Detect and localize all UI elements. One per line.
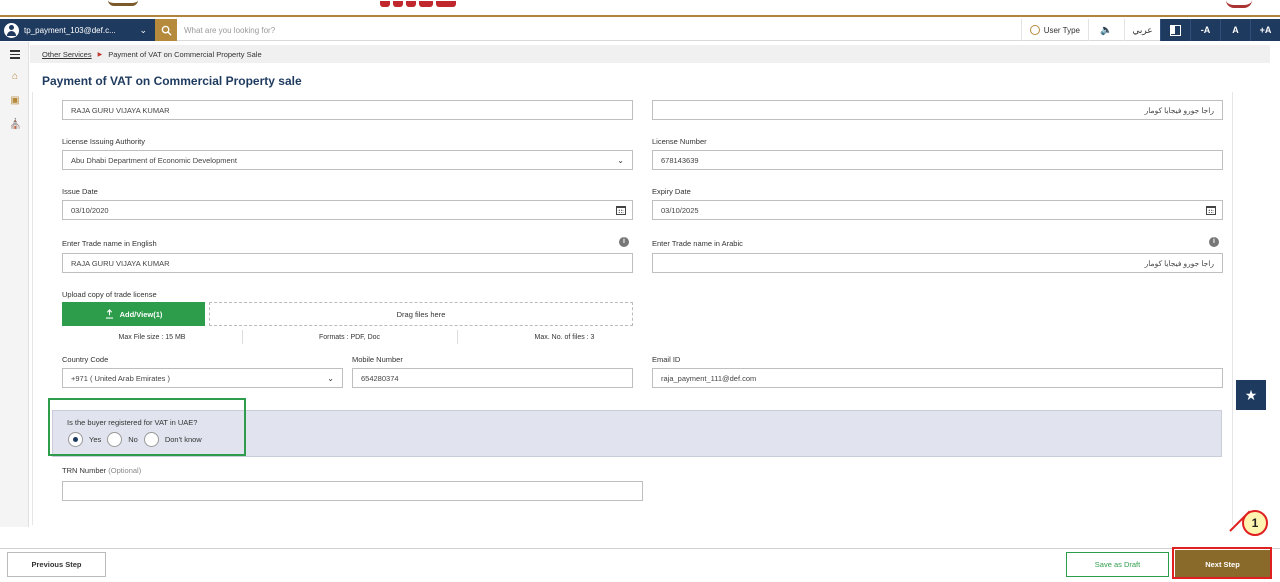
- name-english-field[interactable]: RAJA GURU VIJAYA KUMAR: [62, 100, 633, 120]
- search-icon: [161, 25, 172, 36]
- chevron-down-icon: ⌄: [139, 24, 147, 35]
- max-file-size: Max File size : 15 MB: [118, 334, 186, 341]
- email-label: Email ID: [652, 355, 681, 364]
- user-avatar-icon: [4, 22, 19, 38]
- user-type-label: User Type: [1043, 25, 1080, 35]
- language-toggle[interactable]: عربي: [1124, 19, 1160, 41]
- mobile-number-field[interactable]: 654280374: [352, 368, 633, 388]
- trn-label: TRN Number (Optional): [62, 466, 141, 475]
- file-formats: Formats : PDF, Doc: [318, 334, 381, 341]
- font-decrease-button[interactable]: -A: [1190, 19, 1220, 41]
- top-banner: [0, 0, 1280, 17]
- trade-name-english-field[interactable]: RAJA GURU VIJAYA KUMAR: [62, 253, 633, 273]
- top-header: tp_payment_103@def.c... ⌄ User Type 🔈 عر…: [0, 19, 1280, 41]
- page-title: Payment of VAT on Commercial Property sa…: [42, 74, 302, 88]
- highlight-box-next: [1172, 547, 1272, 579]
- max-file-count: Max. No. of files : 3: [534, 334, 595, 341]
- emblem-right-fragment: [1226, 0, 1252, 8]
- calendar-icon[interactable]: [1206, 206, 1216, 215]
- country-code-select[interactable]: +971 ( United Arab Emirates ) ⌄: [62, 368, 343, 388]
- issue-date-field[interactable]: 03/10/2020: [62, 200, 633, 220]
- contrast-button[interactable]: [1160, 19, 1190, 41]
- user-type-icon: [1029, 25, 1040, 35]
- upload-icon: [105, 309, 113, 319]
- bank-icon[interactable]: ⛪: [9, 119, 21, 131]
- user-type-button[interactable]: User Type: [1020, 19, 1088, 41]
- add-view-button[interactable]: Add/View(1): [62, 302, 205, 326]
- breadcrumb-current: Payment of VAT on Commercial Property Sa…: [108, 49, 262, 59]
- expiry-date-field[interactable]: 03/10/2025: [652, 200, 1223, 220]
- expiry-date-label: Expiry Date: [652, 187, 691, 196]
- calendar-icon[interactable]: [616, 206, 626, 215]
- search-button[interactable]: [155, 19, 177, 41]
- search-input[interactable]: [180, 22, 680, 38]
- content-border-left: [32, 92, 33, 525]
- chevron-down-icon: ⌄: [327, 374, 334, 383]
- upload-label: Upload copy of trade license: [62, 290, 157, 299]
- trade-name-arabic-label: Enter Trade name in Arabic: [652, 239, 743, 248]
- header-tools: User Type 🔈 عربي -A A +A: [1020, 19, 1280, 41]
- username-label: tp_payment_103@def.c...: [24, 25, 116, 35]
- drag-drop-zone[interactable]: Drag files here: [209, 302, 633, 326]
- hamburger-menu-icon[interactable]: [9, 48, 21, 60]
- font-increase-button[interactable]: +A: [1250, 19, 1280, 41]
- trn-optional-text: (Optional): [108, 466, 142, 475]
- trade-name-arabic-field[interactable]: راجا جورو فيجايا كومار: [652, 253, 1223, 273]
- issue-date-value: 03/10/2020: [71, 205, 109, 215]
- left-sidebar: ⌂ ▣ ⛪: [0, 42, 29, 527]
- contrast-icon: [1170, 24, 1181, 36]
- breadcrumb: Other Services ▶ Payment of VAT on Comme…: [30, 45, 1270, 63]
- previous-step-button[interactable]: Previous Step: [7, 552, 106, 577]
- speaker-icon: 🔈: [1100, 24, 1113, 36]
- country-code-value: +971 ( United Arab Emirates ): [71, 373, 171, 383]
- home-icon[interactable]: ⌂: [9, 71, 21, 83]
- font-default-button[interactable]: A: [1220, 19, 1250, 41]
- document-icon[interactable]: ▣: [9, 95, 21, 107]
- user-menu[interactable]: tp_payment_103@def.c... ⌄: [0, 19, 155, 41]
- trade-name-english-label: Enter Trade name in English: [62, 239, 157, 248]
- name-arabic-field[interactable]: راجا جورو فيجايا كومار: [652, 100, 1223, 120]
- country-code-label: Country Code: [62, 355, 109, 364]
- mobile-number-label: Mobile Number: [352, 355, 403, 364]
- favorite-star-button[interactable]: ★: [1236, 380, 1266, 410]
- license-authority-select[interactable]: Abu Dhabi Department of Economic Develop…: [62, 150, 633, 170]
- license-authority-label: License Issuing Authority: [62, 137, 145, 146]
- breadcrumb-link-other-services[interactable]: Other Services: [42, 50, 92, 59]
- trn-number-field[interactable]: [62, 481, 643, 501]
- content-border-right: [1232, 92, 1233, 525]
- chevron-down-icon: ⌄: [617, 156, 624, 165]
- license-authority-value: Abu Dhabi Department of Economic Develop…: [71, 155, 237, 165]
- add-view-label: Add/View(1): [119, 309, 163, 319]
- highlight-box-vat: [48, 398, 246, 456]
- license-number-label: License Number: [652, 137, 707, 146]
- callout-badge: 1: [1242, 510, 1268, 536]
- expiry-date-value: 03/10/2025: [661, 205, 699, 215]
- save-as-draft-button[interactable]: Save as Draft: [1066, 552, 1169, 577]
- info-icon[interactable]: i: [1209, 237, 1219, 247]
- star-icon: ★: [1244, 386, 1258, 403]
- logo-fragment: [380, 0, 470, 8]
- breadcrumb-separator-icon: ▶: [97, 51, 103, 58]
- license-number-field[interactable]: 678143639: [652, 150, 1223, 170]
- email-field[interactable]: raja_payment_111@def.com: [652, 368, 1223, 388]
- emblem-left-fragment: [108, 0, 138, 6]
- issue-date-label: Issue Date: [62, 187, 98, 196]
- speaker-button[interactable]: 🔈: [1088, 19, 1124, 41]
- info-icon[interactable]: i: [619, 237, 629, 247]
- trn-label-text: TRN Number: [62, 466, 107, 475]
